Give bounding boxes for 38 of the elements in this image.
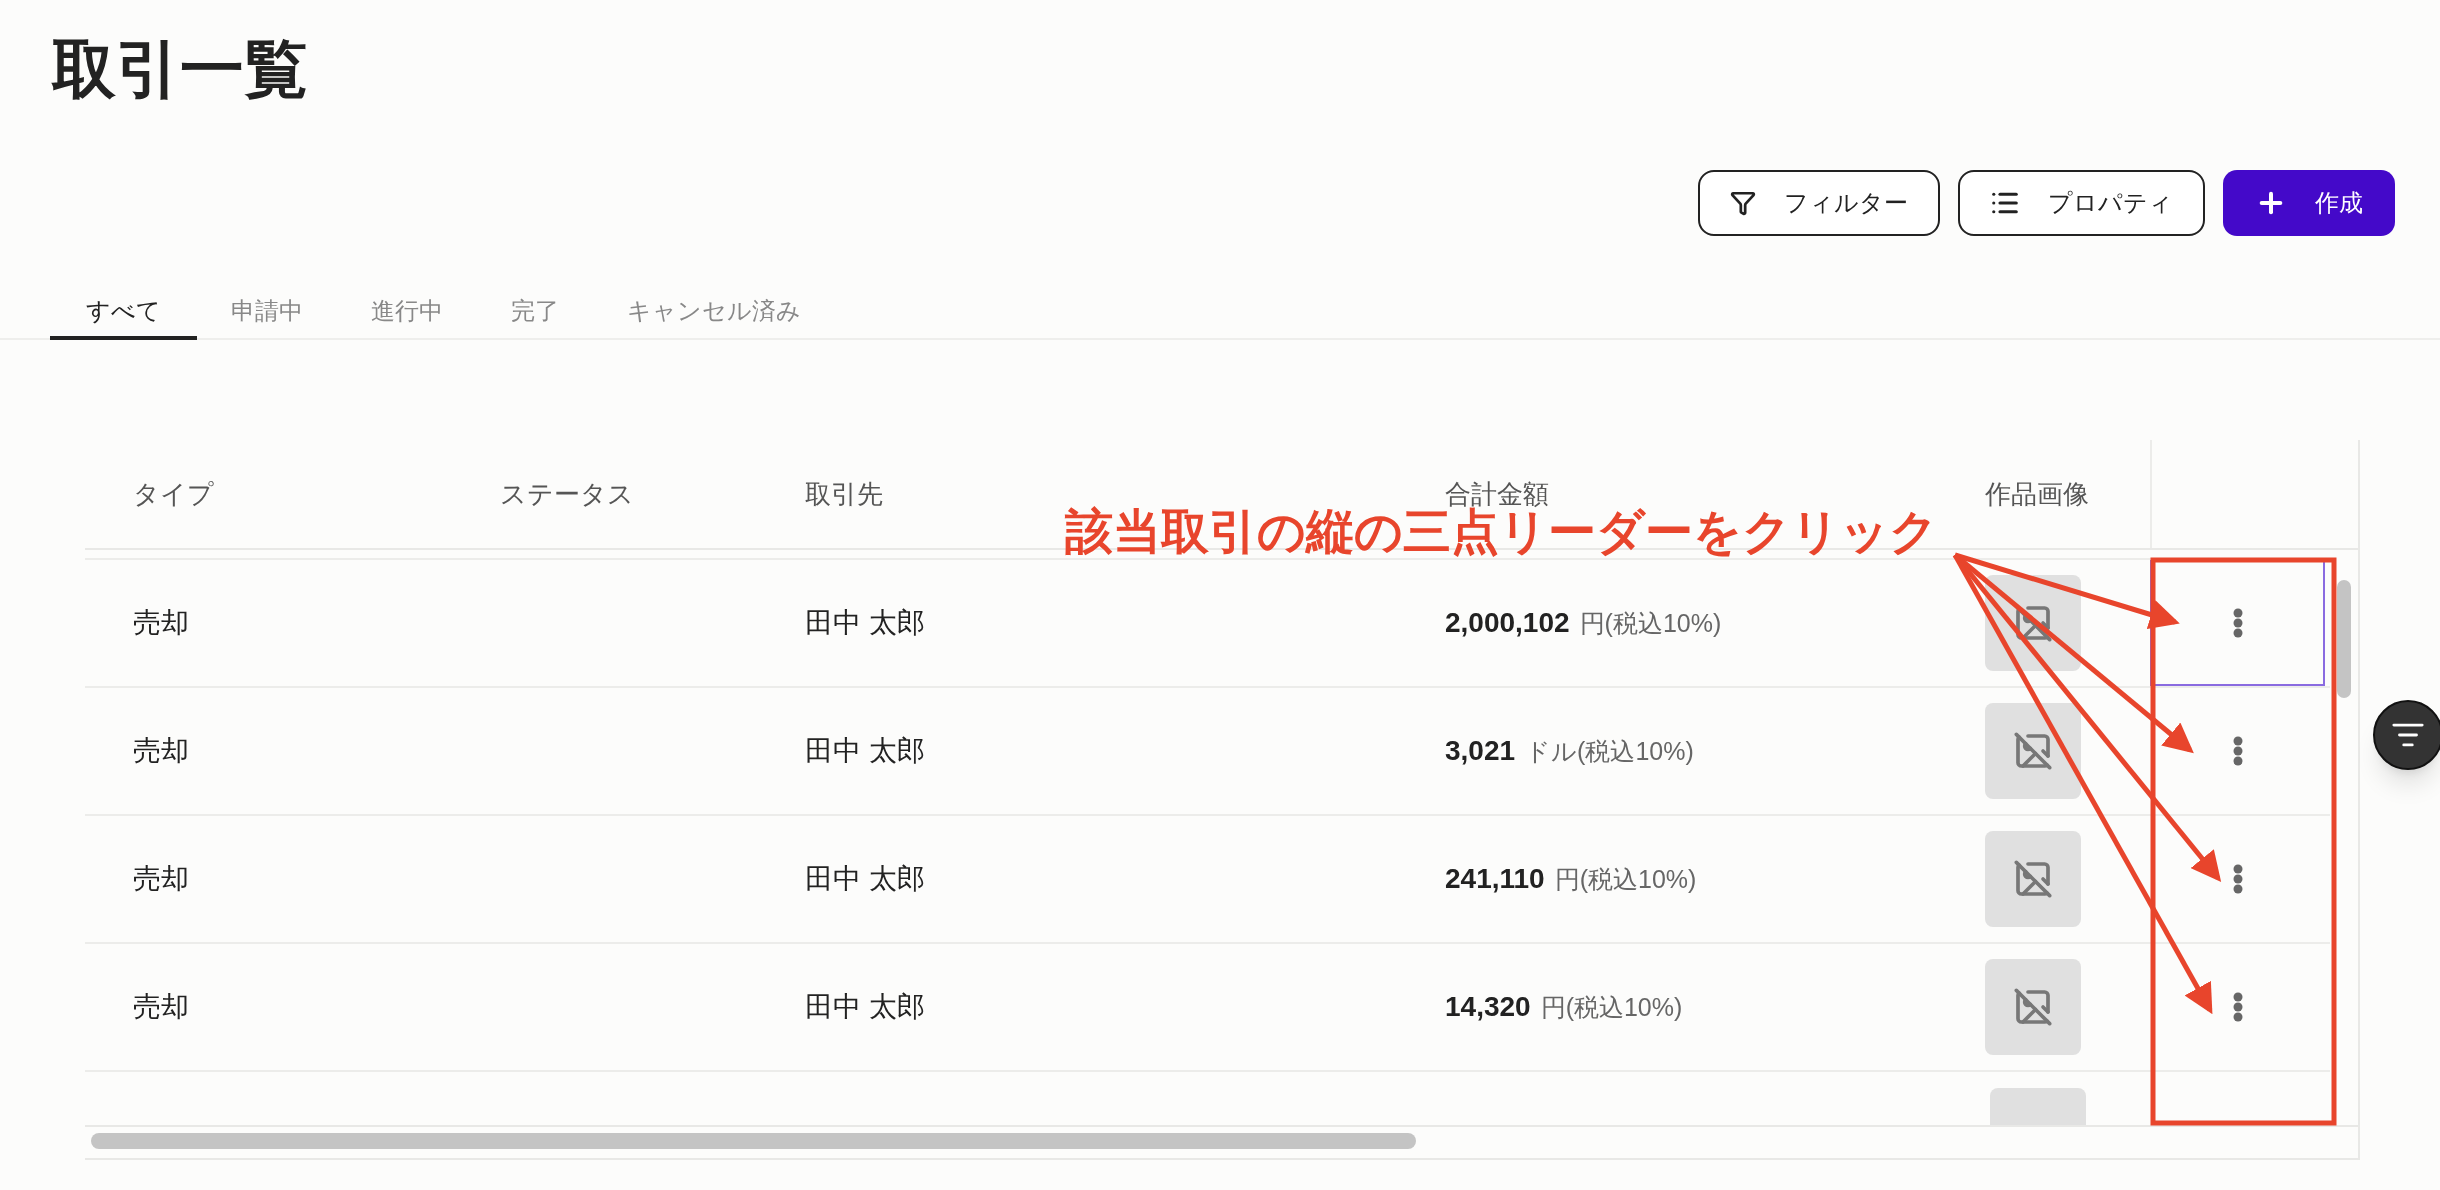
filter-icon xyxy=(1730,190,1756,216)
amount-unit: 円(税込10%) xyxy=(1540,992,1683,1023)
more-vertical-icon xyxy=(2232,992,2243,1022)
table-cell: 田中 太郎 xyxy=(805,991,925,1022)
floating-action-button[interactable] xyxy=(2373,700,2440,770)
more-vertical-icon xyxy=(2232,608,2243,638)
no-image-icon xyxy=(2013,603,2053,643)
table-cell: 売却 xyxy=(133,735,189,766)
column-header: 取引先 xyxy=(805,478,883,509)
no-image-icon xyxy=(2013,731,2053,771)
table-cell: 田中 太郎 xyxy=(805,735,925,766)
column-header: 作品画像 xyxy=(1985,478,2089,509)
vertical-scrollbar[interactable] xyxy=(2337,580,2351,698)
row-menu-cell[interactable] xyxy=(2150,560,2325,686)
no-image-icon xyxy=(2013,859,2053,899)
column-header: タイプ xyxy=(133,478,214,509)
tab[interactable]: すべて xyxy=(50,286,197,340)
amount-unit: ドル(税込10%) xyxy=(1525,736,1694,767)
amount-value: 3,021 xyxy=(1445,734,1516,768)
filter-button[interactable]: フィルター xyxy=(1698,170,1940,236)
create-button[interactable]: 作成 xyxy=(2223,170,2395,236)
more-vertical-icon xyxy=(2232,864,2243,894)
amount-unit: 円(税込10%) xyxy=(1579,608,1722,639)
table-cell: 売却 xyxy=(133,991,189,1022)
horizontal-scrollbar[interactable] xyxy=(91,1133,1416,1149)
table-cell: 田中 太郎 xyxy=(805,863,925,894)
table-cell: 売却 xyxy=(133,863,189,894)
table-cell: 田中 太郎 xyxy=(805,607,925,638)
column-header: ステータス xyxy=(500,478,634,509)
amount-value: 14,320 xyxy=(1445,990,1531,1024)
amount-value: 241,110 xyxy=(1445,862,1545,896)
no-image-icon xyxy=(2013,987,2053,1027)
more-vertical-icon xyxy=(2232,736,2243,766)
properties-button[interactable]: プロパティ xyxy=(1958,170,2205,236)
amount-value: 2,000,102 xyxy=(1445,606,1570,640)
amount-unit: 円(税込10%) xyxy=(1554,864,1697,895)
table-cell: 売却 xyxy=(133,607,189,638)
page-title: 取引一覧 xyxy=(50,32,309,107)
